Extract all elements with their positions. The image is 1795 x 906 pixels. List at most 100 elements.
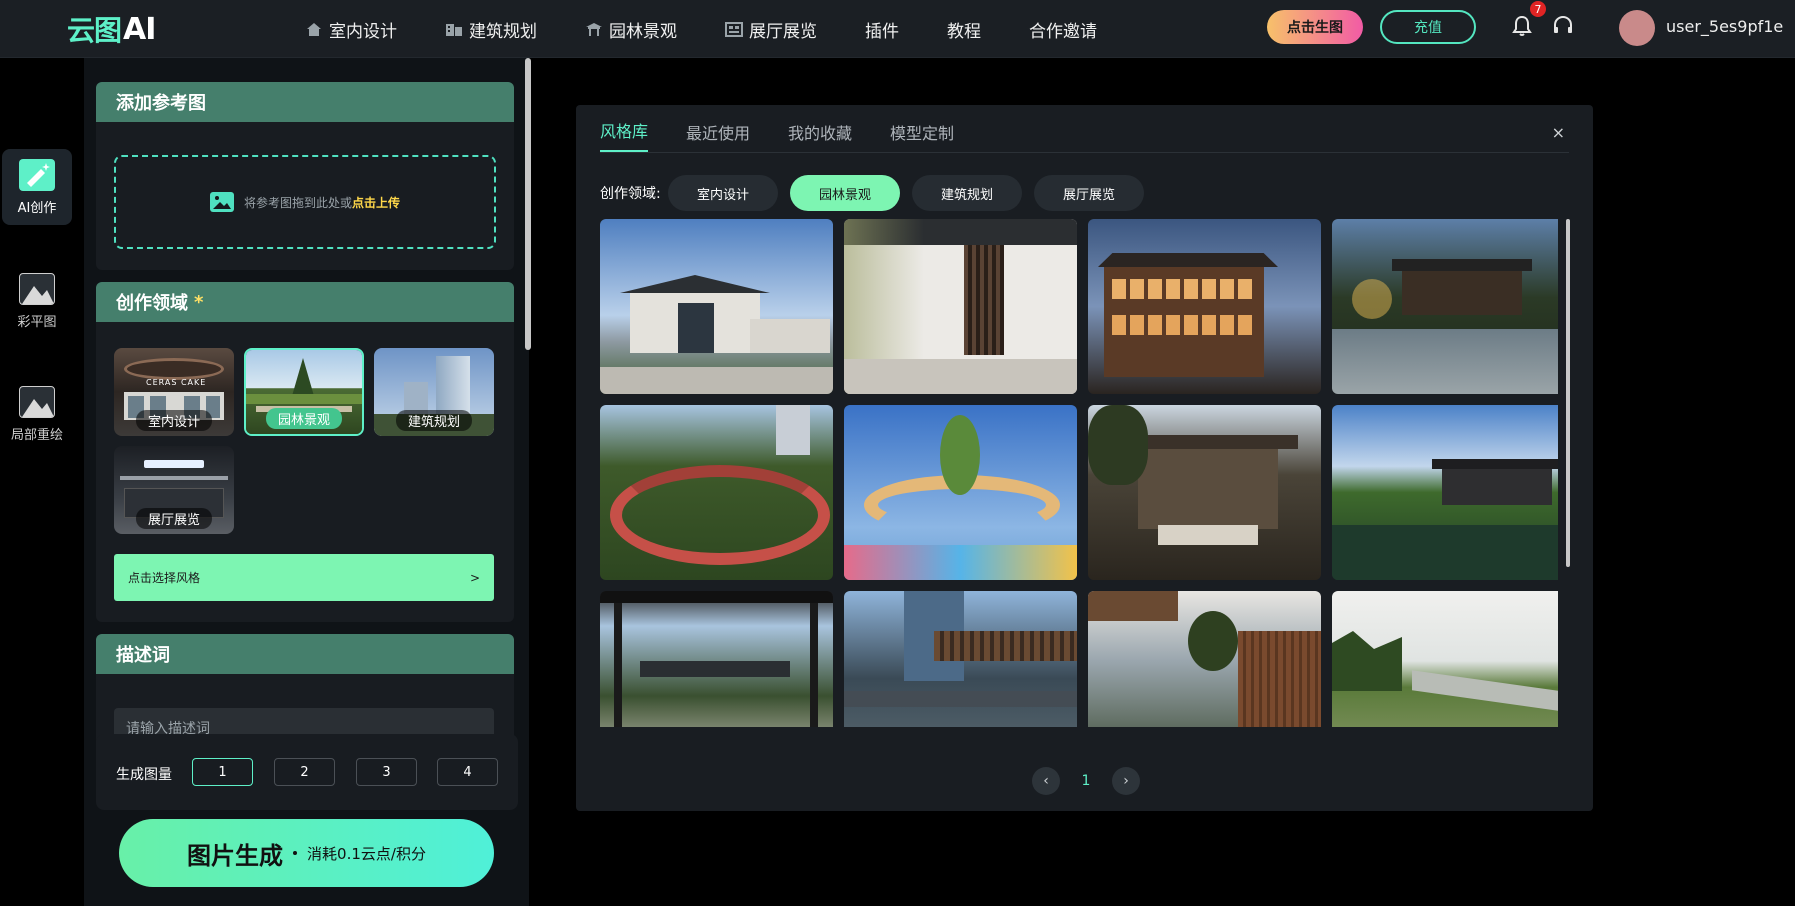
avatar[interactable] xyxy=(1619,10,1655,46)
count-option-4[interactable]: 4 xyxy=(437,758,498,786)
separator-dot xyxy=(293,851,298,855)
generate-cost: 消耗0.1云点/积分 xyxy=(307,844,426,863)
nav-label: 合作邀请 xyxy=(1029,21,1097,42)
filter-chip-exhibition[interactable]: 展厅展览 xyxy=(1034,175,1144,211)
home-icon xyxy=(305,21,323,37)
left-rail: AI创作 彩平图 局部重绘 xyxy=(0,58,84,906)
style-library-modal: 风格库 最近使用 我的收藏 模型定制 × 创作领域: 室内设计 园林景观 建筑规… xyxy=(576,105,1593,811)
reference-dropzone[interactable]: 将参考图拖到此处或点击上传 xyxy=(114,155,496,249)
ai-create-icon xyxy=(19,158,55,191)
count-option-2[interactable]: 2 xyxy=(274,758,335,786)
nav-item-landscape[interactable]: 园林景观 xyxy=(585,17,677,42)
required-mark: * xyxy=(194,291,204,313)
filter-chip-landscape[interactable]: 园林景观 xyxy=(790,175,900,211)
exhibition-icon xyxy=(725,21,743,37)
style-card-white-wall-courtyard-tree[interactable] xyxy=(844,219,1077,394)
bell-icon[interactable] xyxy=(1512,15,1534,39)
filter-label: 创作领域: xyxy=(600,186,661,202)
dropzone-text: 将参考图拖到此处或 xyxy=(243,195,352,210)
domain-option-label: 室内设计 xyxy=(135,410,213,431)
nav-label: 园林景观 xyxy=(609,21,677,42)
reference-card: 添加参考图 将参考图拖到此处或点击上传 xyxy=(96,82,514,270)
logo[interactable]: 云图 AI xyxy=(67,11,156,48)
tab-recent[interactable]: 最近使用 xyxy=(686,120,750,152)
style-card-red-walkway-loop-bridge[interactable] xyxy=(600,405,833,580)
recharge-button[interactable]: 充值 xyxy=(1380,10,1476,44)
rail-label: AI创作 xyxy=(17,200,57,216)
panel-scrollbar[interactable] xyxy=(525,58,531,350)
description-title: 描述词 xyxy=(96,634,514,674)
username[interactable]: user_5es9pf1e xyxy=(1666,17,1783,36)
style-card-linear-park-path[interactable] xyxy=(1332,591,1558,727)
style-card-rainbow-arch-playground[interactable] xyxy=(844,405,1077,580)
reference-title: 添加参考图 xyxy=(96,82,514,122)
style-card-wood-courtyard-pine[interactable] xyxy=(1088,591,1321,727)
modal-tabs: 风格库 最近使用 我的收藏 模型定制 xyxy=(600,105,1569,153)
choose-style-label: 点击选择风格 xyxy=(128,571,201,585)
tab-style-library[interactable]: 风格库 xyxy=(600,118,649,152)
style-card-steel-canopy-plaza[interactable] xyxy=(844,591,1077,727)
rail-label: 彩平图 xyxy=(17,314,57,330)
nav-label: 室内设计 xyxy=(329,21,397,42)
inpaint-icon xyxy=(19,385,55,418)
nav-item-cooperation[interactable]: 合作邀请 xyxy=(1029,17,1097,42)
count-option-1[interactable]: 1 xyxy=(192,758,253,786)
filter-chip-interior[interactable]: 室内设计 xyxy=(668,175,778,211)
rail-label: 局部重绘 xyxy=(10,427,63,443)
nav-item-tutorials[interactable]: 教程 xyxy=(947,17,981,42)
top-bar: 云图 AI 室内设计 建筑规划 园林景观 展厅展览 插件 教程 合作邀请 点击生… xyxy=(0,0,1795,58)
pavilion-icon xyxy=(585,21,603,37)
current-page[interactable]: 1 xyxy=(1078,773,1094,789)
nav-label: 展厅展览 xyxy=(749,21,817,42)
domain-option-landscape[interactable]: 园林景观 xyxy=(244,348,364,436)
notification-badge: 7 xyxy=(1530,1,1546,17)
nav-item-interior[interactable]: 室内设计 xyxy=(305,17,397,42)
nav-label: 建筑规划 xyxy=(469,21,537,42)
style-card-wooden-pagoda-house-dusk[interactable] xyxy=(1088,219,1321,394)
style-card-lake-pavilion-garden[interactable] xyxy=(1332,405,1558,580)
generate-label: 图片生成 xyxy=(187,841,284,870)
domain-title-text: 创作领域 xyxy=(116,293,188,314)
settings-panel: 添加参考图 将参考图拖到此处或点击上传 创作领域 * CERAS CAKE 室内… xyxy=(84,58,529,906)
domain-option-label: 园林景观 xyxy=(265,408,343,429)
generate-image-button[interactable]: 图片生成 消耗0.1云点/积分 xyxy=(119,819,494,887)
quick-generate-button[interactable]: 点击生图 xyxy=(1267,10,1363,44)
chevron-right-icon: > xyxy=(469,570,480,585)
logo-text-suffix: AI xyxy=(123,11,156,47)
image-count-label: 生成图量 xyxy=(116,767,172,783)
prev-page-button[interactable]: ‹ xyxy=(1032,767,1060,795)
nav-item-plugins[interactable]: 插件 xyxy=(865,17,899,42)
grid-scrollbar[interactable] xyxy=(1566,219,1570,567)
rail-item-color-plan[interactable]: 彩平图 xyxy=(2,263,72,339)
nav-label: 插件 xyxy=(865,21,899,42)
main-nav: 室内设计 建筑规划 园林景观 展厅展览 插件 教程 合作邀请 xyxy=(305,0,1145,58)
headset-icon[interactable] xyxy=(1552,15,1574,37)
next-page-button[interactable]: › xyxy=(1112,767,1140,795)
tab-model-custom[interactable]: 模型定制 xyxy=(890,120,954,152)
tab-favorites[interactable]: 我的收藏 xyxy=(788,120,852,152)
style-card-modern-chinese-entrance[interactable] xyxy=(600,219,833,394)
rail-item-ai-create[interactable]: AI创作 xyxy=(2,149,72,225)
count-option-3[interactable]: 3 xyxy=(356,758,417,786)
style-card-night-garden-pond-pavilion[interactable] xyxy=(1332,219,1558,394)
style-card-courtyard-gate-pines[interactable] xyxy=(600,591,833,727)
rail-item-inpaint[interactable]: 局部重绘 xyxy=(2,376,72,452)
close-icon[interactable]: × xyxy=(1552,123,1565,142)
nav-item-exhibition[interactable]: 展厅展览 xyxy=(725,17,817,42)
filter-chip-architecture[interactable]: 建筑规划 xyxy=(912,175,1022,211)
domain-title: 创作领域 * xyxy=(96,282,514,322)
color-plan-icon xyxy=(19,272,55,305)
nav-label: 教程 xyxy=(947,21,981,42)
building-icon xyxy=(445,21,463,37)
domain-option-interior[interactable]: CERAS CAKE 室内设计 xyxy=(114,348,234,436)
pagination: ‹ 1 › xyxy=(1032,767,1140,795)
style-card-pine-tree-terrace-lounge[interactable] xyxy=(1088,405,1321,580)
domain-option-exhibition[interactable]: 展厅展览 xyxy=(114,446,234,534)
nav-item-architecture[interactable]: 建筑规划 xyxy=(445,17,537,42)
domain-option-label: 建筑规划 xyxy=(395,410,473,431)
choose-style-button[interactable]: 点击选择风格 > xyxy=(114,554,494,601)
logo-text-prefix: 云图 xyxy=(67,14,122,47)
domain-option-label: 展厅展览 xyxy=(135,508,213,529)
upload-link[interactable]: 点击上传 xyxy=(352,196,400,210)
domain-option-architecture[interactable]: 建筑规划 xyxy=(374,348,494,436)
